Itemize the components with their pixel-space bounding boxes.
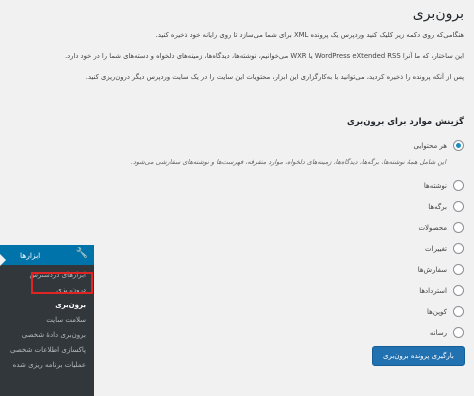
radio-label: استردادها [419,286,447,295]
submenu-item-scheduled-actions[interactable]: عملیات برنامه ریزی شده [0,358,94,373]
tools-menu-header[interactable]: 🔧 ابزارها [0,245,94,265]
radio-button[interactable] [453,180,464,191]
all-content-description: این شامل همهٔ نوشته‌ها، برگه‌ها، دیدگاه‌… [130,158,446,166]
radio-button[interactable] [453,201,464,212]
radio-label: رسانه [429,328,447,337]
radio-refunds[interactable]: استردادها [419,285,464,296]
submenu-item-erase-personal-data[interactable]: پاکسازی اطلاعات شخصی [0,343,94,358]
radio-button[interactable] [453,243,464,254]
radio-button[interactable] [453,306,464,317]
radio-orders[interactable]: سفارش‌ها [418,264,464,275]
submenu-item-export[interactable]: برون‌بری [0,298,94,313]
radio-button[interactable] [453,264,464,275]
radio-media[interactable]: رسانه [430,327,464,338]
page-title: برون‌بری [412,6,464,22]
submenu-item-site-health[interactable]: سلامت سایت [0,313,94,328]
intro-text: هنگامی‌که روی دکمه زیر کلیک کنید وردپرس … [65,30,464,93]
radio-coupons[interactable]: کوپن‌ها [427,306,464,317]
radio-label: نوشته‌ها [423,181,447,190]
sidebar-notch [0,254,6,266]
wrench-icon: 🔧 [75,248,88,259]
radio-label: هر محتوایی [413,141,447,150]
radio-label: تغییرات [425,244,447,253]
radio-label: محصولات [418,223,447,232]
download-export-button[interactable]: بارگیری پرونده برون‌بری [372,346,465,366]
intro-paragraph: هنگامی‌که روی دکمه زیر کلیک کنید وردپرس … [155,31,464,39]
choose-heading: گزینش موارد برای برون‌بری [346,117,464,127]
tools-menu-label: ابزارها [20,250,41,260]
export-highlight-box [31,272,93,294]
radio-products[interactable]: محصولات [418,222,464,233]
submenu-item-export-personal-data[interactable]: برون‌بری دادهٔ شخصی [0,328,94,343]
radio-pages[interactable]: برگه‌ها [428,201,464,212]
intro-paragraph: پس از آنکه پرونده را ذخیره کردید، می‌توا… [85,73,464,81]
radio-label: سفارش‌ها [417,265,447,274]
radio-label: کوپن‌ها [426,307,447,316]
radio-label: برگه‌ها [428,202,447,211]
radio-all-content[interactable]: هر محتوایی [413,140,464,151]
radio-button[interactable] [453,285,464,296]
radio-button[interactable] [453,140,464,151]
radio-variations[interactable]: تغییرات [425,243,464,254]
radio-button[interactable] [453,327,464,338]
export-page: برون‌بری هنگامی‌که روی دکمه زیر کلیک کنی… [65,0,474,396]
radio-button[interactable] [453,222,464,233]
intro-paragraph: این ساختار، که ما آنرا WordPress eXtende… [65,52,464,60]
radio-posts[interactable]: نوشته‌ها [424,180,464,191]
admin-sidebar-tools: 🔧 ابزارها ابزارهای دردسترس درون‌ریزی برو… [0,245,94,396]
